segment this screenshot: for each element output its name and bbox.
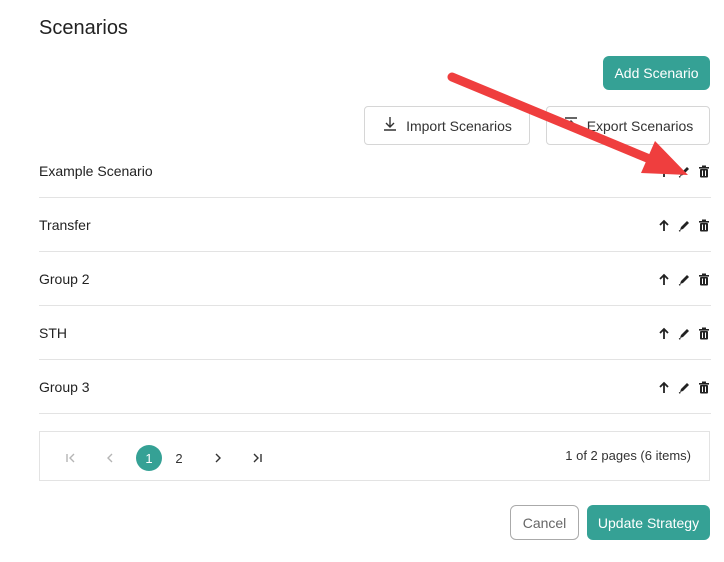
edit-icon[interactable] xyxy=(677,272,691,286)
export-scenarios-label: Export Scenarios xyxy=(586,117,694,134)
scenario-actions xyxy=(657,272,711,286)
scenario-name: Transfer xyxy=(39,217,91,233)
move-up-icon[interactable] xyxy=(657,326,671,340)
page-button-1[interactable]: 1 xyxy=(136,445,162,471)
page-title: Scenarios xyxy=(39,17,128,39)
scenario-actions xyxy=(657,164,711,178)
scenario-row: Group 2 xyxy=(39,252,711,306)
pagination: 1 2 1 of 2 pages (6 items) xyxy=(39,431,710,481)
move-up-icon[interactable] xyxy=(657,164,671,178)
edit-icon[interactable] xyxy=(677,164,691,178)
download-icon xyxy=(382,116,398,135)
move-up-icon[interactable] xyxy=(657,272,671,286)
move-up-icon[interactable] xyxy=(657,218,671,232)
scenario-actions xyxy=(657,218,711,232)
delete-icon[interactable] xyxy=(697,218,711,232)
move-up-icon[interactable] xyxy=(657,380,671,394)
add-scenario-button[interactable]: Add Scenario xyxy=(603,56,710,90)
scenario-name: Group 2 xyxy=(39,271,90,287)
export-scenarios-button[interactable]: Export Scenarios xyxy=(546,106,710,145)
scenario-actions xyxy=(657,326,711,340)
scenario-row: Transfer xyxy=(39,198,711,252)
update-strategy-button[interactable]: Update Strategy xyxy=(587,505,710,540)
next-page-icon[interactable] xyxy=(205,445,231,471)
delete-icon[interactable] xyxy=(697,326,711,340)
delete-icon[interactable] xyxy=(697,164,711,178)
import-scenarios-button[interactable]: Import Scenarios xyxy=(364,106,530,145)
prev-page-icon[interactable] xyxy=(97,445,123,471)
edit-icon[interactable] xyxy=(677,380,691,394)
page-button-2[interactable]: 2 xyxy=(166,445,192,471)
first-page-icon[interactable] xyxy=(58,445,84,471)
scenario-row: STH xyxy=(39,306,711,360)
edit-icon[interactable] xyxy=(677,218,691,232)
scenario-actions xyxy=(657,380,711,394)
scenario-row: Example Scenario xyxy=(39,144,711,198)
pagination-info: 1 of 2 pages (6 items) xyxy=(565,448,691,463)
upload-icon xyxy=(563,116,579,135)
last-page-icon[interactable] xyxy=(244,445,270,471)
scenario-name: Example Scenario xyxy=(39,163,153,179)
cancel-button[interactable]: Cancel xyxy=(510,505,579,540)
delete-icon[interactable] xyxy=(697,272,711,286)
scenario-name: Group 3 xyxy=(39,379,90,395)
scenario-row: Group 3 xyxy=(39,360,711,414)
edit-icon[interactable] xyxy=(677,326,691,340)
scenario-name: STH xyxy=(39,325,67,341)
import-scenarios-label: Import Scenarios xyxy=(406,117,512,134)
delete-icon[interactable] xyxy=(697,380,711,394)
